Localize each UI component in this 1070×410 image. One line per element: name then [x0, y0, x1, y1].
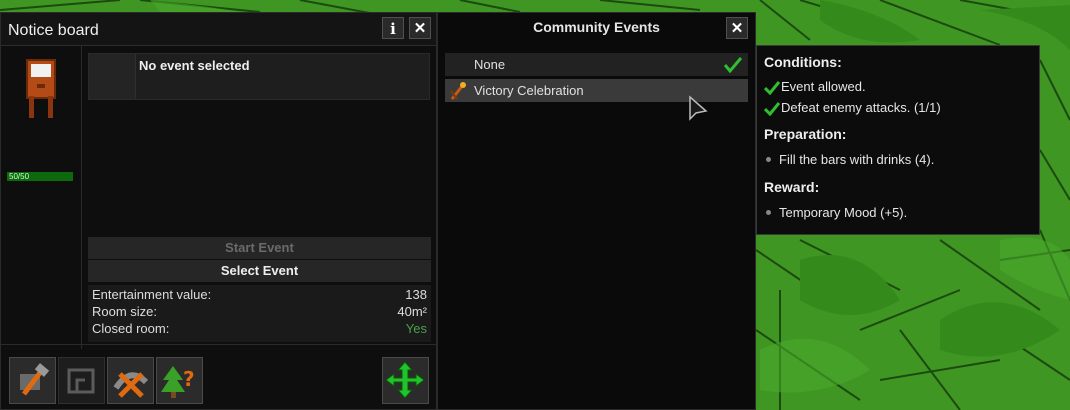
condition-item: Event allowed. [764, 79, 866, 95]
condition-item: Defeat enemy attacks. (1/1) [764, 100, 941, 116]
notice-board-icon [26, 59, 56, 118]
mouse-cursor-icon [689, 95, 708, 121]
preparation-item: Fill the bars with drinks (4). [764, 152, 934, 167]
stat-value: 138 [405, 287, 427, 302]
notice-board-panel: Notice board i ✕ 50/50 No event selected… [0, 12, 437, 410]
action-toolbar: ? [1, 344, 436, 404]
trophy-torch-icon [450, 82, 466, 100]
selected-event-box[interactable]: No event selected [88, 53, 430, 100]
reward-header: Reward: [764, 179, 820, 195]
reward-item: Temporary Mood (+5). [764, 205, 907, 220]
select-event-button[interactable]: Select Event [88, 260, 431, 282]
room-stats: Entertainment value: 138 Room size: 40m²… [88, 285, 431, 342]
checkmark-icon [764, 101, 781, 116]
tree-question-icon[interactable]: ? [156, 357, 203, 404]
conditions-header: Conditions: [764, 54, 842, 70]
object-portrait: 50/50 [1, 46, 82, 349]
event-label: Victory Celebration [474, 83, 584, 98]
svg-text:?: ? [183, 367, 195, 391]
start-event-button[interactable]: Start Event [88, 237, 431, 259]
stat-row: Room size: 40m² [92, 304, 427, 321]
stat-label: Room size: [92, 304, 158, 319]
panel-title: Notice board [8, 22, 99, 39]
preparation-header: Preparation: [764, 126, 847, 142]
room-outline-icon[interactable] [58, 357, 105, 404]
stat-row: Closed room: Yes [92, 321, 427, 338]
panel-title: Community Events [533, 19, 660, 35]
condition-text: Event allowed. [781, 79, 866, 94]
notice-board-titlebar: Notice board i ✕ [1, 13, 436, 46]
event-tooltip: Conditions: Event allowed. Defeat enemy … [756, 45, 1040, 235]
stat-value: 40m² [397, 304, 427, 319]
stat-label: Entertainment value: [92, 287, 212, 302]
stat-label: Closed room: [92, 321, 170, 336]
build-hammer-icon[interactable] [9, 357, 56, 404]
selected-event-label: No event selected [139, 58, 250, 73]
stat-row: Entertainment value: 138 [92, 287, 427, 304]
health-bar: 50/50 [7, 172, 73, 181]
bullet-icon [766, 210, 771, 216]
checkmark-icon [764, 80, 781, 95]
info-button[interactable]: i [382, 17, 404, 39]
event-thumbnail [89, 54, 136, 99]
condition-text: Defeat enemy attacks. (1/1) [781, 100, 941, 115]
checkmark-icon [724, 57, 742, 73]
event-item-none[interactable]: None [445, 53, 748, 76]
close-button[interactable]: ✕ [409, 17, 431, 39]
community-events-panel: Community Events ✕ None Victory Celebrat… [437, 12, 756, 410]
preparation-text: Fill the bars with drinks (4). [779, 152, 935, 167]
bullet-icon [766, 157, 771, 163]
demolish-icon[interactable] [107, 357, 154, 404]
reward-text: Temporary Mood (+5). [779, 205, 908, 220]
event-label: None [474, 57, 506, 72]
close-button[interactable]: ✕ [726, 17, 748, 39]
move-arrows-icon[interactable] [382, 357, 429, 404]
stat-value: Yes [405, 321, 427, 336]
